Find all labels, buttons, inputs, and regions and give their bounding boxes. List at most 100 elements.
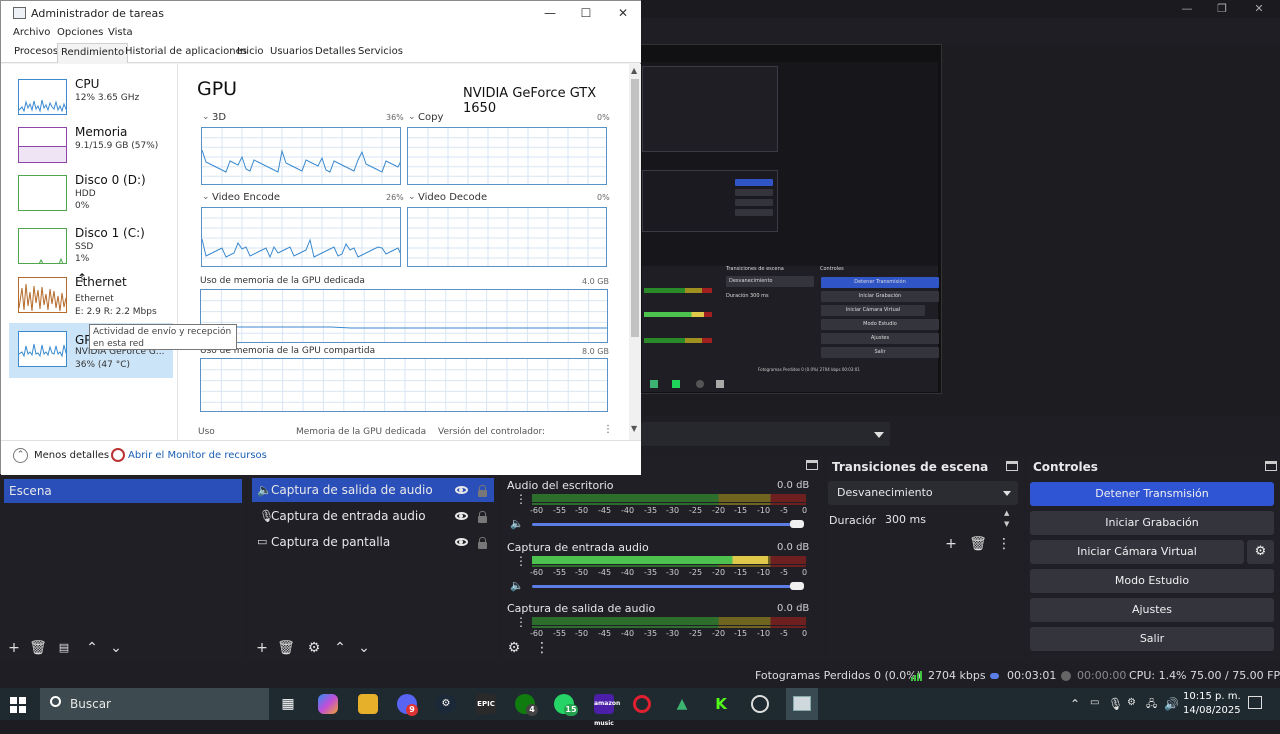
less-details-link[interactable]: Menos detalles [34,450,109,461]
start-virtual-camera-button[interactable]: Iniciar Cámara Virtual [1030,540,1244,564]
tab-usuarios[interactable]: Usuarios [267,46,316,57]
tab-historial[interactable]: Historial de aplicaciones [122,46,250,57]
sidebar-item-ethernet[interactable]: Ethernet Ethernet E: 2.9 R: 2.2 Mbps [9,273,173,323]
close-icon[interactable]: ✕ [615,5,631,21]
menu-archivo[interactable]: Archivo [13,27,50,38]
transition-select[interactable]: Desvanecimiento [828,481,1018,505]
gear-icon[interactable]: ⚙ [1247,540,1274,564]
file-explorer-icon[interactable] [358,694,378,714]
chevron-down-icon[interactable]: ⌄ [202,112,210,122]
source-item[interactable]: ▭ Captura de pantalla [252,530,494,554]
maximize-icon[interactable]: ❐ [1215,2,1229,16]
speaker-icon[interactable]: 🔈 [510,579,524,592]
tray-app-icon[interactable]: ▭ [1090,697,1099,708]
kebab-menu-icon[interactable]: ⋮ [515,493,527,505]
tab-servicios[interactable]: Servicios [355,46,406,57]
stop-streaming-button[interactable]: Detener Transmisión [1030,482,1274,506]
chevron-down-icon[interactable]: ⌄ [202,192,210,202]
lock-icon[interactable] [478,485,487,497]
source-item[interactable]: 🔈 Captura de salida de audio [252,478,494,502]
obs-icon[interactable] [751,695,769,713]
source-item[interactable]: 🎙 Captura de entrada audio [252,504,494,528]
arrow-down-icon[interactable]: ⌄ [354,638,374,658]
dock-float-icon[interactable] [806,460,818,470]
studio-mode-button[interactable]: Modo Estudio [1030,569,1274,593]
task-view-icon[interactable]: ▦ [278,694,298,714]
scrollbar-thumb[interactable] [631,79,639,337]
chevron-down-icon[interactable]: ⌄ [408,112,416,122]
maximize-icon[interactable]: ☐ [578,5,594,21]
more-icon[interactable]: ⋮ [603,424,613,435]
kebab-menu-icon[interactable]: ⋮ [515,616,527,628]
volume-slider[interactable] [532,585,802,588]
tray-app-icon[interactable]: ⚙ [1127,697,1136,708]
chevron-down-icon[interactable] [874,432,884,438]
kebab-menu-icon[interactable]: ⋮ [994,534,1014,554]
tab-procesos[interactable]: Procesos [11,46,61,57]
sidebar-item-cpu[interactable]: CPU 12% 3.65 GHz [9,75,173,125]
dock-float-icon[interactable] [1006,461,1018,471]
opera-icon[interactable] [633,695,651,713]
visibility-eye-icon[interactable] [455,486,468,494]
resource-monitor-link[interactable]: Abrir el Monitor de recursos [128,450,267,461]
amazon-music-icon[interactable]: amazon music [594,694,620,727]
menu-vista[interactable]: Vista [108,27,133,38]
trash-icon[interactable]: 🗑 [276,638,296,658]
clock[interactable]: 10:15 p. m. 14/08/2025 [1183,690,1241,718]
spin-down-icon[interactable]: ▼ [1004,520,1009,528]
gear-icon[interactable]: ⚙ [304,638,324,658]
settings-button[interactable]: Ajustes [1030,598,1274,622]
task-manager-taskbar-button[interactable] [786,688,818,720]
volume-slider-knob[interactable] [790,520,804,528]
filter-icon[interactable]: ▤ [54,638,74,658]
volume-slider[interactable] [532,523,802,526]
search-box[interactable]: Buscar [40,688,269,720]
visibility-eye-icon[interactable] [455,538,468,546]
spin-up-icon[interactable]: ▲ [1004,509,1009,517]
network-icon[interactable]: 🖧 [1146,697,1157,714]
tab-rendimiento[interactable]: Rendimiento [57,43,129,63]
epic-icon[interactable]: EPIC [476,694,496,714]
add-icon[interactable]: + [4,638,24,658]
visibility-eye-icon[interactable] [455,512,468,520]
arrow-up-icon[interactable]: ⌃ [330,638,350,658]
notifications-icon[interactable] [1248,696,1262,709]
tab-detalles[interactable]: Detalles [312,46,359,57]
dock-float-icon[interactable] [1265,461,1277,471]
copilot-icon[interactable] [318,694,338,714]
duration-input[interactable]: 300 ms [876,508,1018,532]
chevron-down-icon[interactable]: ⌄ [408,192,416,202]
lock-icon[interactable] [478,537,487,549]
trash-icon[interactable]: 🗑 [968,534,988,554]
nvidia-icon[interactable]: ▲ [672,694,692,714]
scene-strip[interactable] [640,422,890,446]
speaker-icon[interactable]: 🔈 [510,517,524,530]
kick-icon[interactable]: K [711,694,731,714]
volume-icon[interactable]: 🔊 [1164,697,1179,711]
minimize-icon[interactable]: — [1180,2,1194,16]
steam-icon[interactable]: ⚙ [436,694,456,714]
chevron-up-icon[interactable]: ⌃ [13,448,28,463]
chevron-up-icon[interactable]: ⌃ [1070,697,1080,711]
gear-icon[interactable]: ⚙ [504,638,524,658]
start-recording-button[interactable]: Iniciar Grabación [1030,511,1274,535]
menu-opciones[interactable]: Opciones [57,27,103,38]
volume-slider-knob[interactable] [790,582,804,590]
tab-inicio[interactable]: Inicio [234,46,266,57]
windows-start-icon[interactable] [10,697,26,713]
kebab-menu-icon[interactable]: ⋮ [515,555,527,567]
add-icon[interactable]: + [941,534,961,554]
scroll-down-icon[interactable]: ▼ [631,424,637,433]
sidebar-item-disk-0[interactable]: Disco 0 (D:) HDD 0% [9,171,173,221]
sidebar-item-disk-1[interactable]: Disco 1 (C:) SSD 1% [9,224,173,274]
exit-button[interactable]: Salir [1030,627,1274,651]
minimize-icon[interactable]: — [542,5,558,21]
trash-icon[interactable]: 🗑 [28,638,48,658]
close-icon[interactable]: ✕ [1252,2,1266,16]
lock-icon[interactable] [478,511,487,523]
arrow-down-icon[interactable]: ⌄ [106,638,126,658]
arrow-up-icon[interactable]: ⌃ [82,638,102,658]
scroll-up-icon[interactable]: ▲ [631,66,637,75]
sidebar-item-memory[interactable]: Memoria 9.1/15.9 GB (57%) [9,123,173,173]
microphone-icon[interactable]: 🎙 [1108,697,1123,711]
